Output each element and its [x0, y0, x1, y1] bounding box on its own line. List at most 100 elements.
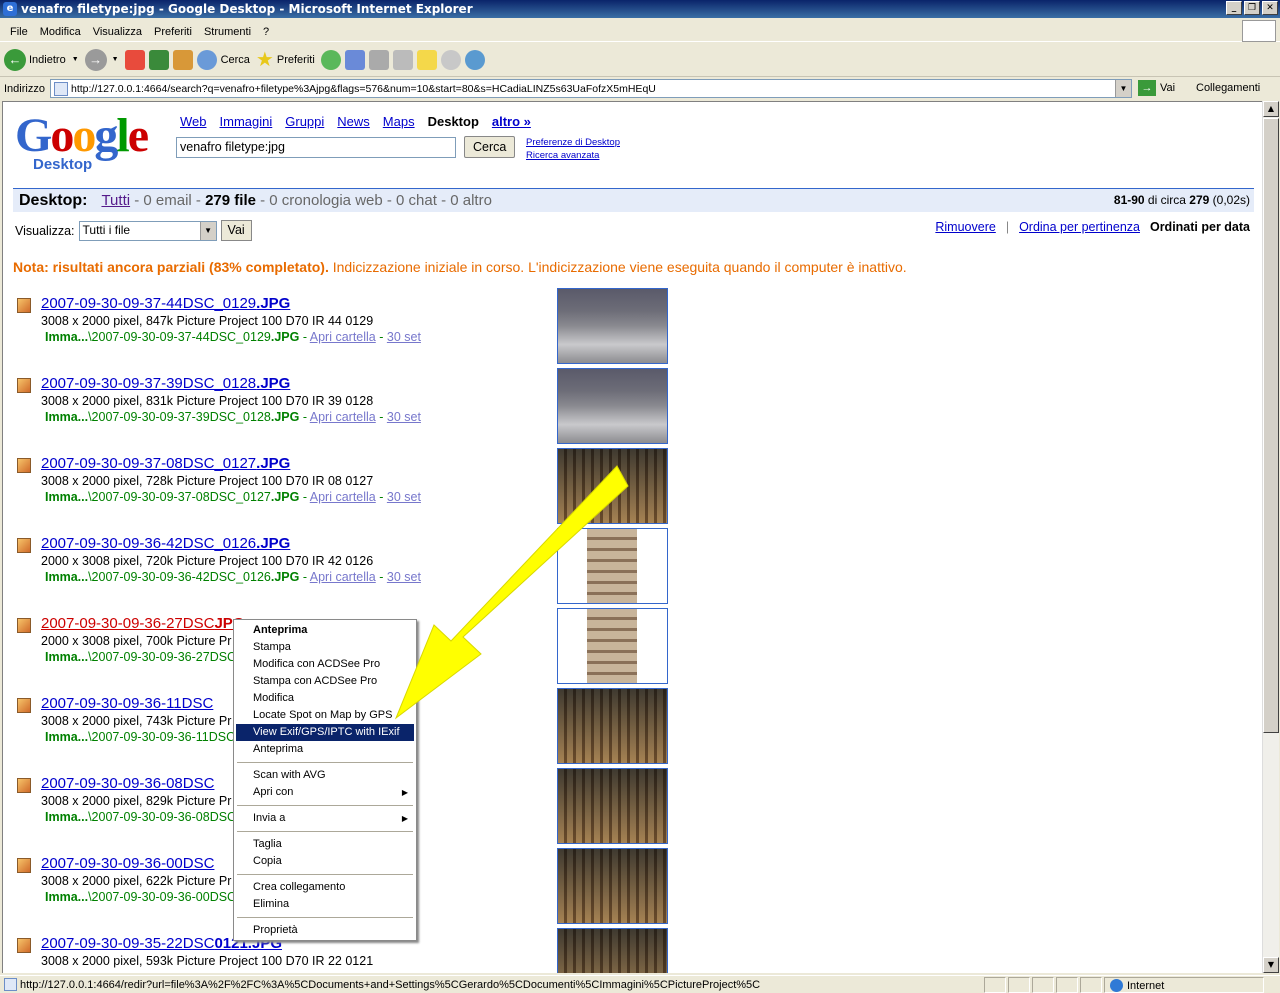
chevron-down-icon: ▼	[199, 221, 216, 240]
result-thumbnail[interactable]	[557, 448, 668, 524]
context-menu-item[interactable]: Modifica	[236, 690, 414, 707]
scroll-down-icon[interactable]: ▼	[1263, 957, 1279, 973]
context-menu-item[interactable]: Modifica con ACDSee Pro	[236, 656, 414, 673]
nav-groups[interactable]: Gruppi	[285, 114, 324, 129]
scroll-up-icon[interactable]: ▲	[1263, 101, 1279, 117]
menu-edit[interactable]: Modifica	[34, 26, 87, 38]
context-menu-item[interactable]: Stampa con ACDSee Pro	[236, 673, 414, 690]
note-icon[interactable]	[416, 49, 437, 70]
result-thumbnail[interactable]	[557, 928, 668, 973]
open-folder-link[interactable]: Apri cartella	[310, 410, 376, 424]
context-menu-item[interactable]: Scan with AVG	[236, 767, 414, 784]
result-path: Imma...\2007-09-30-09-36-08DSC set	[45, 810, 256, 824]
history-icon[interactable]	[320, 49, 341, 70]
file-type-select[interactable]: Tutti i file ▼	[78, 220, 217, 241]
go-button[interactable]: → Vai	[1138, 80, 1175, 96]
favorites-button[interactable]: ★ Preferiti	[256, 47, 315, 72]
stop-icon[interactable]	[124, 49, 145, 70]
refresh-icon[interactable]	[148, 49, 169, 70]
context-menu-item[interactable]: Anteprima	[236, 622, 414, 639]
remove-link[interactable]: Rimuovere	[935, 220, 995, 234]
home-icon[interactable]	[172, 49, 193, 70]
result-thumbnail[interactable]	[557, 288, 668, 364]
links-button[interactable]: Collegamenti	[1196, 82, 1260, 94]
back-button[interactable]: ← Indietro ▼	[4, 48, 79, 71]
summary-text-2: - 0 cronologia web - 0 chat - 0 altro	[255, 192, 492, 209]
nav-images[interactable]: Immagini	[220, 114, 273, 129]
context-menu-item[interactable]: Crea collegamento	[236, 879, 414, 896]
result-title-link[interactable]: 2007-09-30-09-36-11DSC	[41, 695, 213, 712]
context-menu-item[interactable]: Invia a ▶	[236, 810, 414, 827]
context-menu-item[interactable]: Taglia	[236, 836, 414, 853]
result-title-link[interactable]: 2007-09-30-09-37-39DSC_0128.JPG	[41, 375, 290, 392]
nav-news[interactable]: News	[337, 114, 370, 129]
context-menu-item[interactable]: Copia	[236, 853, 414, 870]
scroll-thumb[interactable]	[1263, 118, 1279, 733]
result-path: Imma...\2007-09-30-09-36-42DSC_0126.JPG …	[45, 570, 421, 584]
result-description: 3008 x 2000 pixel, 743k Picture Pr	[41, 714, 232, 728]
result-title-link[interactable]: 2007-09-30-09-36-27DSCJPG	[41, 615, 244, 632]
result-thumbnail[interactable]	[557, 848, 668, 924]
print-icon[interactable]	[368, 49, 389, 70]
open-folder-link[interactable]: Apri cartella	[310, 570, 376, 584]
result-title-link[interactable]: 2007-09-30-09-37-44DSC_0129.JPG	[41, 295, 290, 312]
result-title-link[interactable]: 2007-09-30-09-37-08DSC_0127.JPG	[41, 455, 290, 472]
search-input[interactable]: venafro filetype:jpg	[176, 137, 456, 158]
research-icon[interactable]	[440, 49, 461, 70]
result-thumbnail[interactable]	[557, 608, 668, 684]
messenger-icon[interactable]	[464, 49, 485, 70]
chevron-down-icon[interactable]: ▼	[72, 56, 79, 63]
menu-tools[interactable]: Strumenti	[198, 26, 257, 38]
filter-go-button[interactable]: Vai	[220, 220, 252, 241]
chevron-down-icon[interactable]: ▼	[112, 56, 119, 63]
mail-icon[interactable]	[344, 49, 365, 70]
result-thumbnail[interactable]	[557, 528, 668, 604]
nav-maps[interactable]: Maps	[383, 114, 415, 129]
menu-help[interactable]: ?	[257, 26, 275, 38]
result-thumbnail[interactable]	[557, 688, 668, 764]
vertical-scrollbar[interactable]: ▲ ▼	[1262, 101, 1279, 973]
result-path: Imma...\2007-09-30-09-36-11DSC set	[45, 730, 255, 744]
context-menu-item[interactable]: Apri con ▶	[236, 784, 414, 801]
context-menu-item[interactable]: View Exif/GPS/IPTC with IExif	[236, 724, 414, 741]
search-button[interactable]: Cerca	[196, 49, 250, 70]
desktop-preferences-link[interactable]: Preferenze di Desktop	[526, 136, 620, 149]
menu-view[interactable]: Visualizza	[87, 26, 148, 38]
result-title-link[interactable]: 2007-09-30-09-36-42DSC_0126.JPG	[41, 535, 290, 552]
sort-relevance-link[interactable]: Ordina per pertinenza	[1019, 220, 1140, 234]
result-thumbnail[interactable]	[557, 768, 668, 844]
close-button[interactable]: ✕	[1262, 1, 1278, 15]
nav-more[interactable]: altro »	[492, 114, 531, 129]
result-thumbnail[interactable]	[557, 368, 668, 444]
context-menu-item[interactable]: Anteprima	[236, 741, 414, 758]
back-label: Indietro	[29, 53, 66, 66]
address-dropdown-icon[interactable]: ▼	[1115, 80, 1131, 97]
address-input[interactable]: http://127.0.0.1:4664/search?q=venafro+f…	[50, 79, 1132, 98]
menu-favorites[interactable]: Preferiti	[148, 26, 198, 38]
result-title-link[interactable]: 2007-09-30-09-36-08DSC	[41, 775, 214, 792]
open-folder-link[interactable]: Apri cartella	[310, 330, 376, 344]
nav-web[interactable]: Web	[180, 114, 207, 129]
toolbar: ← Indietro ▼ → ▼ Cerca ★ Preferiti	[0, 43, 1280, 77]
address-label: Indirizzo	[4, 83, 45, 95]
filter-all-link[interactable]: Tutti	[101, 192, 130, 209]
context-menu-item[interactable]: Elimina	[236, 896, 414, 913]
forward-button[interactable]: → ▼	[84, 48, 119, 71]
menu-file[interactable]: File	[4, 26, 34, 38]
advanced-search-link[interactable]: Ricerca avanzata	[526, 149, 620, 162]
context-menu-item[interactable]: Proprietà	[236, 922, 414, 939]
date-link[interactable]: 30 set	[387, 410, 421, 424]
minimize-button[interactable]: _	[1226, 1, 1242, 15]
restore-button[interactable]: ❐	[1244, 1, 1260, 15]
search-submit-button[interactable]: Cerca	[464, 136, 516, 158]
page-content: Google Desktop Web Immagini Gruppi News …	[2, 101, 1262, 973]
edit-icon[interactable]	[392, 49, 413, 70]
date-link[interactable]: 30 set	[387, 570, 421, 584]
date-link[interactable]: 30 set	[387, 490, 421, 504]
date-link[interactable]: 30 set	[387, 330, 421, 344]
open-folder-link[interactable]: Apri cartella	[310, 490, 376, 504]
google-desktop-logo[interactable]: Google Desktop	[15, 112, 165, 174]
context-menu-item[interactable]: Stampa	[236, 639, 414, 656]
context-menu-item[interactable]: Locate Spot on Map by GPS	[236, 707, 414, 724]
result-title-link[interactable]: 2007-09-30-09-36-00DSC	[41, 855, 214, 872]
